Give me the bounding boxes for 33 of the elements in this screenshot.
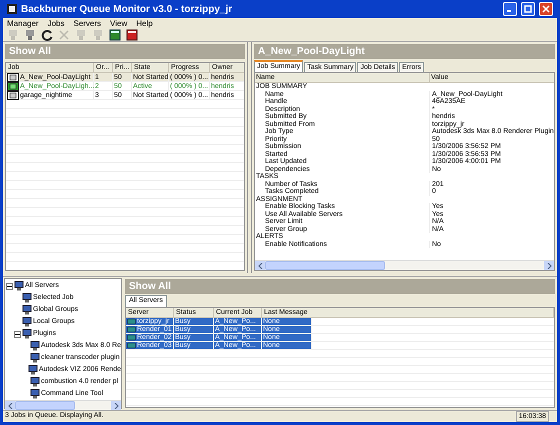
expander-icon[interactable] <box>14 330 21 338</box>
expander-icon[interactable] <box>6 282 13 290</box>
monitor-icon <box>30 341 40 351</box>
app-icon <box>7 4 17 14</box>
monitor-icon <box>28 365 38 375</box>
monitor-icon <box>30 377 40 387</box>
refresh-icon[interactable] <box>39 28 55 42</box>
minimize-button[interactable] <box>503 2 517 16</box>
menu-item[interactable]: View <box>110 18 128 29</box>
horizontal-scrollbar[interactable] <box>5 400 121 410</box>
panel-icon[interactable] <box>124 28 140 42</box>
panel-icon[interactable] <box>107 28 123 42</box>
menu-item[interactable]: Jobs <box>48 18 64 29</box>
monitor-icon <box>30 389 40 399</box>
window-title: Backburner Queue Monitor v3.0 - torzippy_jr <box>21 2 234 16</box>
horizontal-scrollbar[interactable] <box>255 260 554 270</box>
monitor-icon <box>22 329 32 339</box>
monitor-icon <box>14 281 24 291</box>
panel-header: A_New_Pool-DayLight <box>254 44 555 59</box>
monitor-icon <box>22 305 32 315</box>
maximize-icon <box>524 5 532 13</box>
close-icon <box>542 5 550 13</box>
maximize-button[interactable] <box>521 2 535 16</box>
menu-item[interactable]: Servers <box>73 18 102 29</box>
menu-item[interactable]: Manager <box>7 18 39 29</box>
monitor-icon <box>22 317 32 327</box>
monitor-icon <box>22 293 32 303</box>
panel-header: Show All <box>125 279 555 294</box>
close-button[interactable] <box>539 2 553 16</box>
film-icon <box>7 82 19 90</box>
menu-item[interactable]: Help <box>136 18 153 29</box>
panel-header: Show All <box>5 44 245 59</box>
monitor-icon <box>30 353 40 363</box>
